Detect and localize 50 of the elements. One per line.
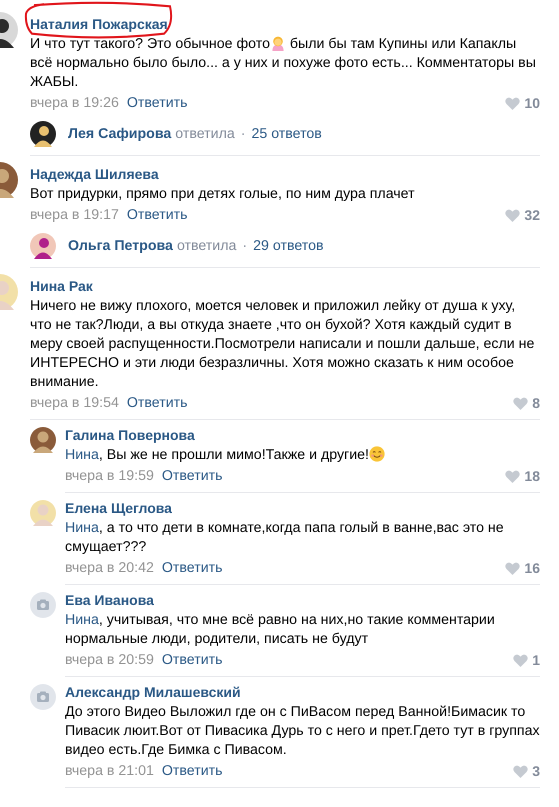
- comment-date: вчера в 20:59: [65, 651, 154, 669]
- reply-link[interactable]: Ответить: [162, 651, 223, 669]
- author-name[interactable]: Ева Иванова: [65, 591, 154, 609]
- thread-author[interactable]: Лея Сафирова: [68, 126, 172, 142]
- reply-link[interactable]: Ответить: [162, 762, 223, 780]
- comment-text: Вот придурки, прямо при детях голые, по ним дура плачет: [30, 185, 416, 204]
- comment-text: Нина, Вы же не прошли мимо!Также и другие!: [65, 446, 540, 465]
- comment-text: До этого Видео Выложил где он с ПиВасом перед Ванной!Бимасик то Пивасик люит.Вот от Пивасика Дурь то с него и прет.Гдето тут в группах видео есть.Где Бимка с Пивасом.: [65, 703, 540, 760]
- comment-text: Нина, а то что дети в комнате,когда папа голый в ванне,вас это не смущает???: [65, 519, 505, 557]
- camera-avatar-icon: [30, 684, 56, 710]
- camera-avatar-icon: [30, 592, 56, 618]
- heart-icon: [505, 470, 520, 482]
- comment-text: Нина, учитывая, что мне всё равно на них,но такие комментарии нормальные люди, родители, писать не будут: [65, 611, 496, 649]
- comment-text: Ничего не вижу плохого, моется человек и приложил лейку от душа к уху, что не так?Люди, а вы откуда знаете ,что он бухой? Хотя каждый судит в меру своей распущенности.Посмотрели написали и пошли дальше, если не ИНТЕРЕСНО и эти люди безразличны. Хотя можно сказать к ним особое внимание.: [30, 297, 536, 392]
- author-name[interactable]: Нина Рак: [30, 277, 93, 295]
- thread-verb: ответила: [176, 238, 236, 254]
- comment-date: вчера в 19:17: [30, 206, 119, 224]
- comment-text: И что тут такого? Это обычное фото были бы там Купины или Капаклы всё нормально было было... а у них и похуже фото есть... Комментаторы вы ЖАБЫ.: [30, 35, 537, 92]
- mention-link[interactable]: Нина: [65, 520, 99, 536]
- separator-dot: ·: [242, 238, 248, 254]
- reply-link[interactable]: Ответить: [162, 467, 223, 485]
- smile-emoji-icon: [369, 446, 385, 462]
- replies-count-link[interactable]: 29 ответов: [253, 238, 324, 254]
- author-name[interactable]: Наталия Пожарская: [30, 15, 168, 33]
- heart-icon: [513, 396, 528, 410]
- separator-dot: ·: [240, 126, 246, 142]
- reply-link[interactable]: Ответить: [162, 559, 223, 577]
- comment-date: вчера в 20:42: [65, 559, 154, 577]
- heart-icon: [505, 562, 520, 574]
- mention-link[interactable]: Нина: [65, 447, 99, 463]
- mention-link[interactable]: Нина: [65, 612, 99, 628]
- comment-date: вчера в 19:59: [65, 467, 154, 485]
- thread-verb: ответила: [175, 126, 235, 142]
- comment-date: вчера в 21:01: [65, 762, 154, 780]
- comment-date: вчера в 19:54: [30, 394, 119, 412]
- author-name[interactable]: Надежда Шиляева: [30, 165, 159, 183]
- author-name[interactable]: Александр Милашевский: [65, 683, 241, 701]
- reply-link[interactable]: Ответить: [126, 206, 188, 224]
- heart-icon: [513, 654, 528, 666]
- thread-author[interactable]: Ольга Петрова: [68, 238, 173, 254]
- author-name[interactable]: Елена Щеглова: [65, 499, 172, 517]
- reply-link[interactable]: Ответить: [126, 94, 188, 112]
- heart-icon: [513, 764, 528, 778]
- replies-count-link[interactable]: 25 ответов: [251, 126, 322, 142]
- comment-date: вчера в 19:26: [30, 94, 119, 112]
- author-name[interactable]: Галина Повернова: [65, 426, 195, 444]
- person-emoji-icon: [270, 35, 286, 51]
- reply-link[interactable]: Ответить: [126, 394, 188, 412]
- heart-icon: [505, 208, 520, 222]
- heart-icon: [505, 96, 520, 110]
